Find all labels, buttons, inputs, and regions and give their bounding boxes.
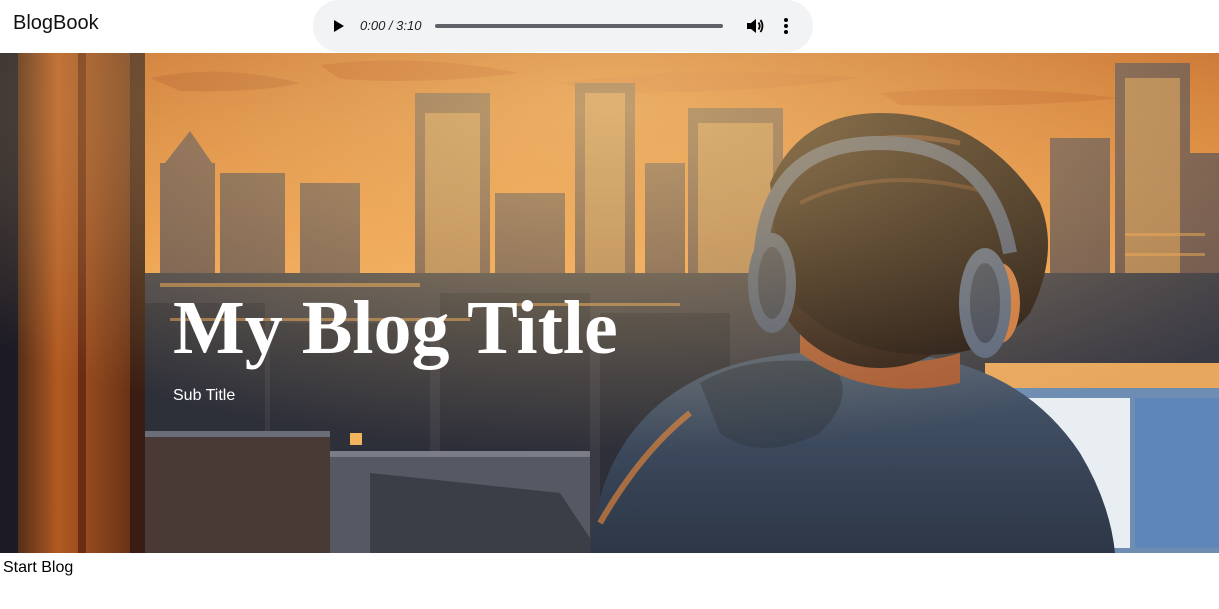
hero-banner: My Blog Title Sub Title [0, 53, 1219, 553]
start-blog-link[interactable]: Start Blog [3, 559, 73, 577]
top-bar: BlogBook 0:00 / 3:10 [0, 0, 1219, 53]
more-vert-icon[interactable] [780, 15, 792, 37]
audio-time-display: 0:00 / 3:10 [360, 18, 422, 33]
brand-logo-text[interactable]: BlogBook [13, 12, 99, 35]
play-icon[interactable] [329, 12, 351, 40]
audio-player: 0:00 / 3:10 [313, 0, 813, 52]
hero-title: My Blog Title [173, 286, 618, 370]
volume-icon[interactable] [745, 15, 765, 37]
hero-subtitle: Sub Title [173, 387, 236, 404]
audio-progress-slider[interactable] [435, 24, 723, 28]
